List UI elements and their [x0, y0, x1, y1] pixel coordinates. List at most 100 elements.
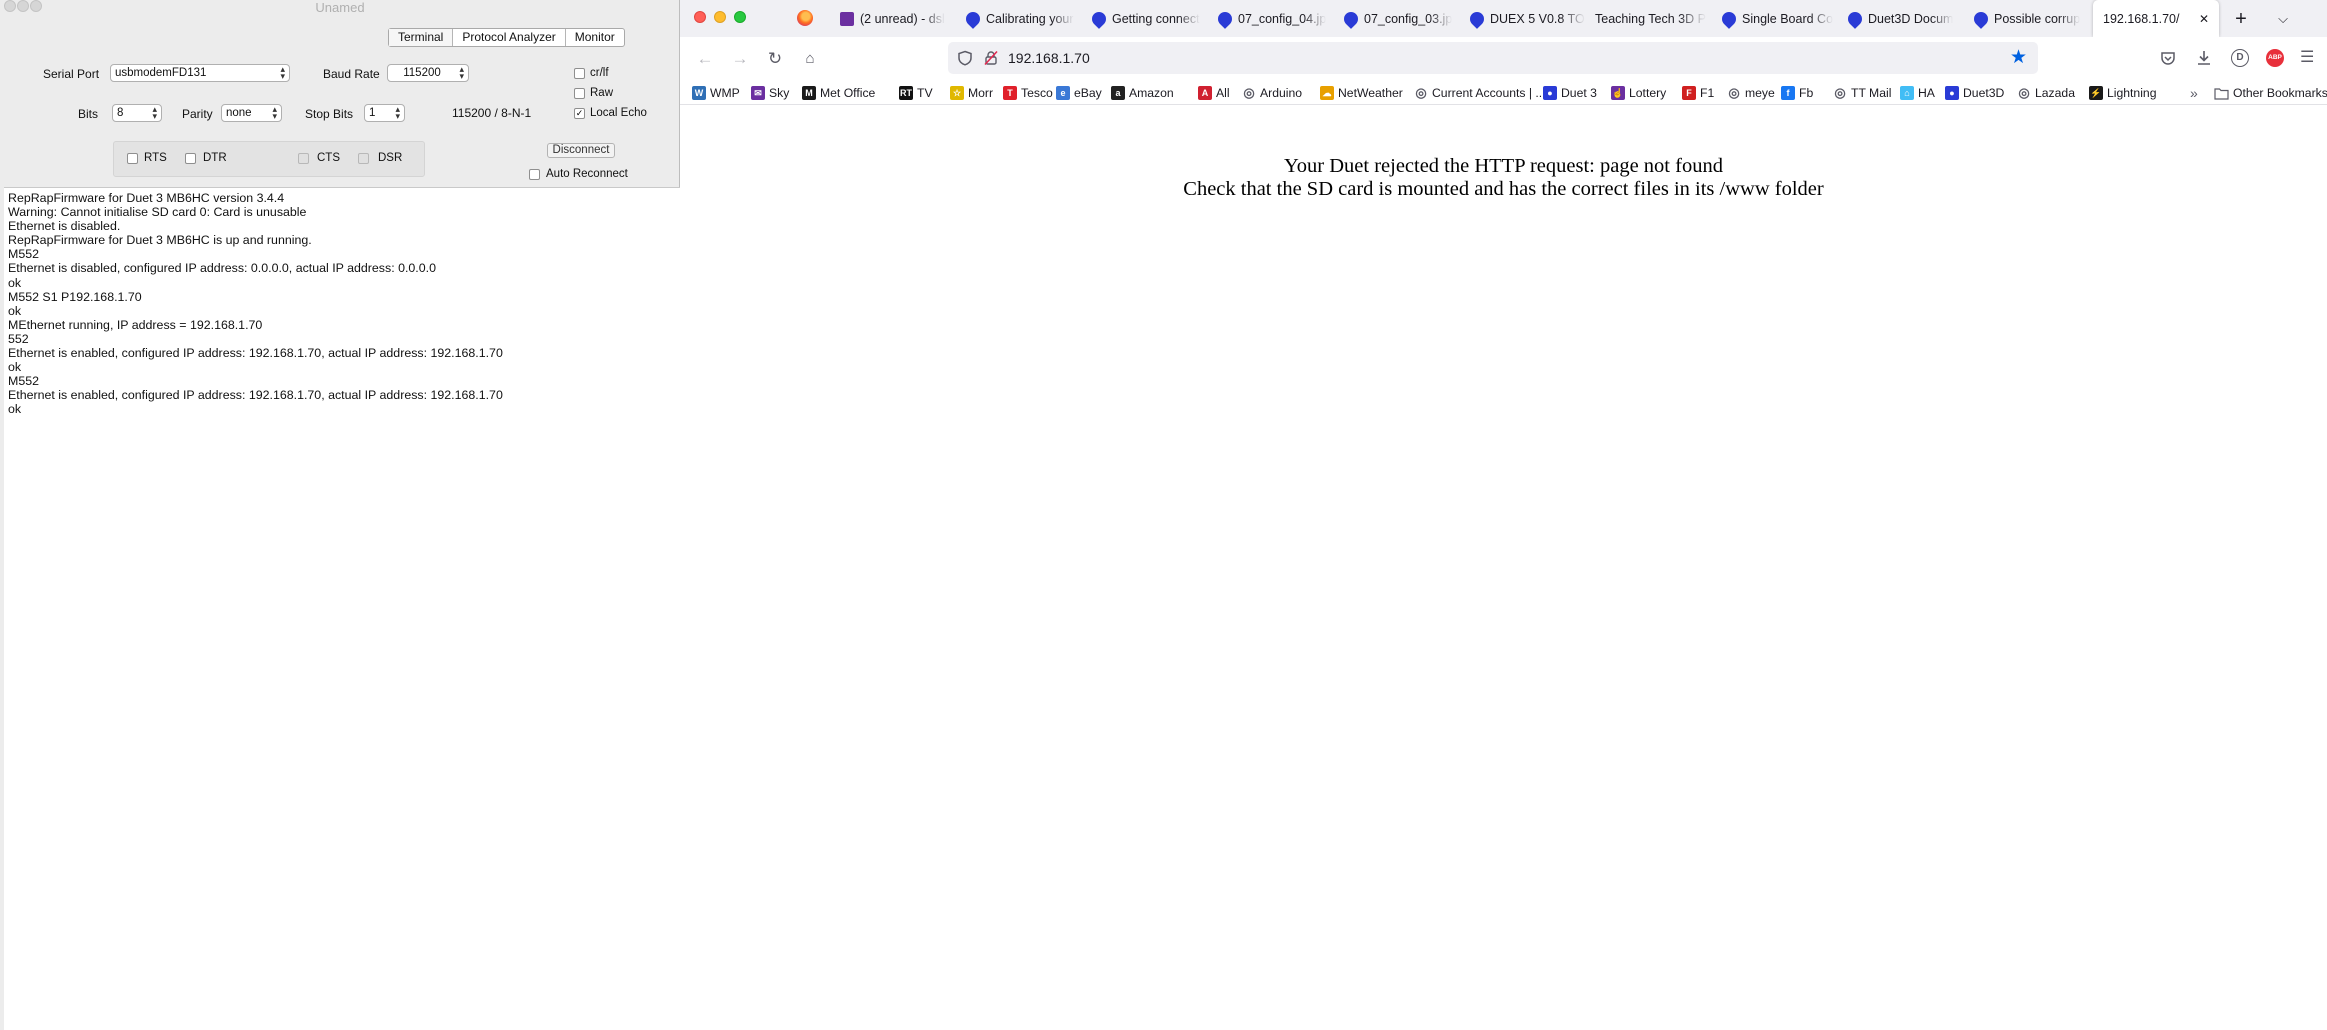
- bookmark-label: Lazada: [2035, 86, 2075, 100]
- tab-title: Calibrating your: [986, 11, 1074, 26]
- bookmark-item[interactable]: ◎ Current Accounts | ...: [1414, 84, 1545, 102]
- bookmark-star-icon[interactable]: ★: [2010, 47, 2027, 69]
- bookmark-item[interactable]: W WMP: [692, 84, 740, 102]
- console-line: Ethernet is enabled, configured IP addre…: [8, 388, 503, 403]
- bookmark-item[interactable]: e eBay: [1056, 84, 1102, 102]
- zoom-window-button[interactable]: [30, 0, 42, 12]
- bookmark-item[interactable]: ☆ Morr: [950, 84, 993, 102]
- duet-icon: [1848, 8, 1865, 29]
- disconnect-button[interactable]: Disconnect: [547, 143, 615, 158]
- bookmark-item[interactable]: A All: [1198, 84, 1230, 102]
- shield-icon[interactable]: [957, 50, 973, 66]
- stop-bits-value: 1: [369, 107, 376, 119]
- tab-title: 07_config_04.jp: [1238, 11, 1327, 26]
- reload-icon[interactable]: ↻: [765, 49, 785, 69]
- dtr-checkbox[interactable]: [185, 153, 196, 164]
- bookmark-item[interactable]: ⚡ Lightning: [2089, 84, 2156, 102]
- crlf-checkbox[interactable]: [574, 68, 585, 79]
- close-tab-icon[interactable]: ✕: [2199, 1, 2209, 37]
- more-bookmarks-chevron-icon[interactable]: »: [2190, 84, 2198, 102]
- browser-tab[interactable]: Teaching Tech 3D P: [1595, 0, 1722, 37]
- bookmark-item[interactable]: T Tesco: [1003, 84, 1053, 102]
- auto-reconnect-checkbox[interactable]: [529, 169, 540, 180]
- bookmark-label: Duet 3: [1561, 86, 1597, 100]
- browser-tab[interactable]: (2 unread) - dsl: [840, 0, 966, 37]
- tab-title: Single Board Co: [1742, 11, 1834, 26]
- other-bookmarks-folder[interactable]: Other Bookmarks: [2214, 84, 2327, 102]
- browser-tab[interactable]: Getting connect: [1092, 0, 1218, 37]
- url-text[interactable]: 192.168.1.70: [1008, 42, 1090, 74]
- stop-bits-select[interactable]: 1 ▴ ▾: [364, 104, 405, 122]
- bookmark-item[interactable]: ☝ Lottery: [1611, 84, 1666, 102]
- browser-tab[interactable]: 192.168.1.70/ ✕: [2093, 0, 2219, 37]
- tab-protocol-analyzer[interactable]: Protocol Analyzer: [453, 29, 566, 46]
- browser-tab[interactable]: 07_config_04.jp: [1218, 0, 1344, 37]
- bookmark-item[interactable]: ◎ Arduino: [1242, 84, 1302, 102]
- bookmark-item[interactable]: M Met Office: [802, 84, 875, 102]
- serial-port-select[interactable]: usbmodemFD131 ▴ ▾: [110, 64, 290, 82]
- forward-icon[interactable]: →: [730, 49, 750, 69]
- raw-checkbox[interactable]: [574, 88, 585, 99]
- bookmark-label: Lottery: [1629, 86, 1667, 100]
- tab-strip: (2 unread) - dsl Calibrating your Getting …: [680, 0, 2327, 37]
- bookmark-label: Amazon: [1129, 86, 1174, 100]
- browser-tab[interactable]: 07_config_03.jp: [1344, 0, 1470, 37]
- bookmark-label: All: [1216, 86, 1230, 100]
- baud-rate-select[interactable]: 115200 ▴ ▾: [387, 64, 469, 82]
- terminal-output[interactable]: RepRapFirmware for Duet 3 MB6HC version …: [4, 187, 680, 1030]
- mail-icon: [840, 11, 854, 26]
- tab-title: Duet3D Docum: [1868, 11, 1954, 26]
- bookmark-item[interactable]: ● Duet 3: [1543, 84, 1597, 102]
- adblock-plus-icon[interactable]: ABP: [2266, 49, 2284, 67]
- home-icon[interactable]: ⌂: [800, 49, 820, 69]
- bookmark-label: WMP: [710, 86, 740, 100]
- browser-tab[interactable]: DUEX 5 V0.8 TO: [1470, 0, 1588, 37]
- bookmark-item[interactable]: ⌂ HA: [1900, 84, 1935, 102]
- browser-tab[interactable]: Calibrating your: [966, 0, 1092, 37]
- close-window-button[interactable]: [694, 11, 706, 23]
- serial-window-title: Unamed: [315, 0, 365, 15]
- browser-tab[interactable]: Duet3D Docum: [1848, 0, 1974, 37]
- bookmark-label: Tesco: [1021, 86, 1053, 100]
- parity-select[interactable]: none ▴ ▾: [221, 104, 282, 122]
- browser-tab[interactable]: Possible corrup: [1974, 0, 2084, 37]
- new-tab-button[interactable]: +: [2228, 6, 2254, 32]
- bookmark-item[interactable]: ✉ Sky: [751, 84, 789, 102]
- bookmark-item[interactable]: ☁ NetWeather: [1320, 84, 1403, 102]
- bookmark-item[interactable]: f Fb: [1781, 84, 1813, 102]
- url-bar[interactable]: 192.168.1.70 ★: [948, 42, 2038, 74]
- bits-select[interactable]: 8 ▴ ▾: [112, 104, 162, 122]
- close-window-button[interactable]: [4, 0, 16, 12]
- bookmark-label: Sky: [769, 86, 790, 100]
- bookmark-label: Met Office: [820, 86, 876, 100]
- bookmark-item[interactable]: a Amazon: [1111, 84, 1174, 102]
- tab-terminal[interactable]: Terminal: [389, 29, 454, 46]
- tab-monitor[interactable]: Monitor: [566, 29, 624, 46]
- firefox-pinned-tab-icon[interactable]: [797, 10, 813, 26]
- back-icon[interactable]: ←: [695, 49, 715, 69]
- zoom-window-button[interactable]: [734, 11, 746, 23]
- insecure-lock-icon[interactable]: [983, 50, 999, 66]
- rts-checkbox[interactable]: [127, 153, 138, 164]
- list-all-tabs-button[interactable]: ⌵: [2270, 6, 2296, 32]
- pocket-icon[interactable]: [2159, 49, 2177, 67]
- hamburger-menu-icon[interactable]: ☰: [2300, 49, 2314, 67]
- baud-rate-label: Baud Rate: [323, 67, 380, 81]
- bookmark-item[interactable]: ◎ Lazada: [2017, 84, 2075, 102]
- navigation-toolbar: ← → ↻ ⌂ 192.168.1.70 ★ D ABP ☰: [680, 37, 2327, 81]
- bookmark-item[interactable]: F F1: [1682, 84, 1714, 102]
- mode-segmented-control: Terminal Protocol Analyzer Monitor: [388, 28, 625, 47]
- profile-avatar[interactable]: D: [2231, 49, 2249, 67]
- bookmark-item[interactable]: ◎ TT Mail: [1833, 84, 1891, 102]
- minimize-window-button[interactable]: [714, 11, 726, 23]
- minimize-window-button[interactable]: [17, 0, 29, 12]
- console-line: RepRapFirmware for Duet 3 MB6HC version …: [8, 191, 285, 205]
- parity-label: Parity: [182, 107, 213, 121]
- local-echo-checkbox[interactable]: ✓: [574, 108, 585, 119]
- bookmark-favicon-icon: ◎: [1243, 85, 1255, 100]
- downloads-icon[interactable]: [2195, 49, 2213, 67]
- browser-tab[interactable]: Single Board Co: [1722, 0, 1848, 37]
- bookmark-item[interactable]: ◎ meye: [1727, 84, 1774, 102]
- bookmark-item[interactable]: ● Duet3D: [1945, 84, 2004, 102]
- bookmark-item[interactable]: RT TV: [899, 84, 933, 102]
